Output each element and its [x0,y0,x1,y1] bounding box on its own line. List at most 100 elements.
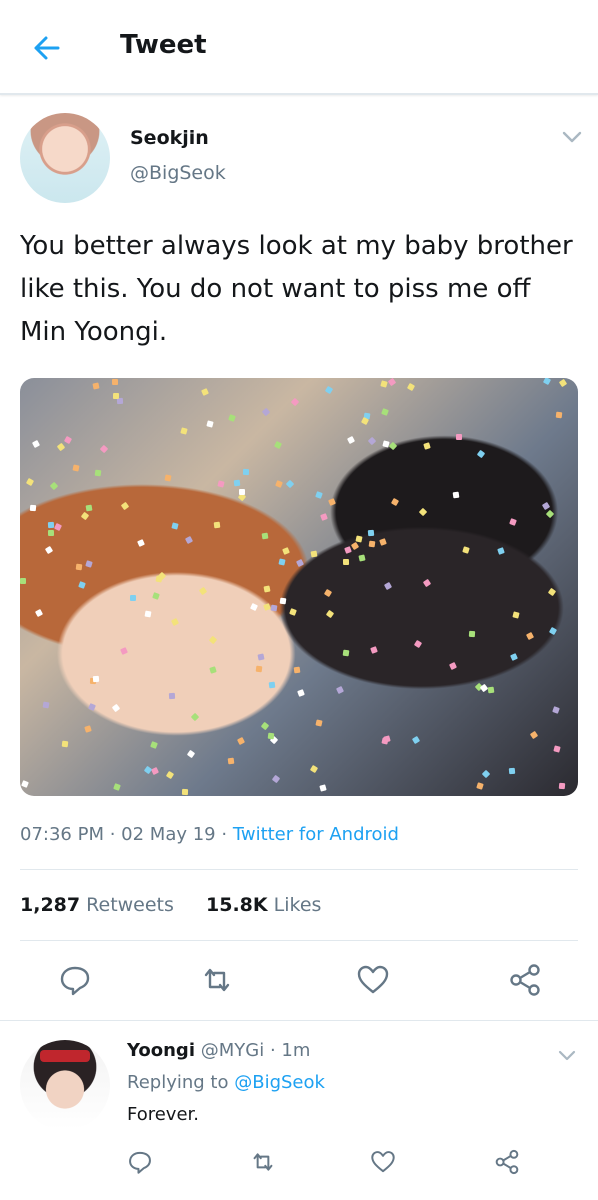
confetti-piece [487,686,495,694]
tweet-meta: 07:36 PM · 02 May 19 · Twitter for Andro… [20,824,399,845]
confetti-piece [151,767,159,775]
confetti-piece [553,745,561,753]
confetti-piece [275,480,283,488]
share-icon[interactable] [494,1149,520,1175]
confetti-piece [180,427,188,435]
confetti-piece [113,783,121,791]
confetti-piece [120,647,128,655]
confetti-piece [84,725,92,733]
tweet-author: Seokjin @BigSeok [0,110,598,210]
page-title: Tweet [120,30,207,60]
confetti-piece [270,604,278,612]
avatar[interactable] [20,1040,110,1130]
confetti-piece [267,732,275,740]
tweet-stats: 1,287 Retweets 15.8K Likes [20,894,321,916]
comment-icon[interactable] [58,963,92,997]
confetti-piece [468,630,476,638]
tweet-actions [0,955,598,1005]
tweet-photo[interactable] [20,378,578,796]
confetti-piece [206,420,214,428]
reply-age: 1m [281,1040,311,1061]
confetti-piece [209,666,217,674]
replying-label: Replying to [127,1072,229,1093]
confetti-piece [242,468,250,476]
confetti-piece [20,578,26,584]
confetti-piece [279,597,287,605]
comment-icon[interactable] [127,1149,153,1175]
confetti-piece [406,382,416,392]
confetti-piece [355,535,363,543]
confetti-piece [555,411,563,419]
confetti-piece [92,382,100,390]
confetti-piece [137,539,145,547]
confetti-piece [49,481,59,491]
confetti-piece [144,610,152,618]
confetti-piece [80,511,90,521]
confetti-piece [255,665,263,673]
confetti-piece [186,749,196,759]
chevron-down-icon[interactable] [562,130,582,144]
tweet-source[interactable]: Twitter for Android [233,824,399,845]
likes-label[interactable]: Likes [274,894,322,916]
confetti-piece [368,540,376,548]
confetti-piece [309,764,319,774]
confetti-piece [370,646,378,654]
retweets-label[interactable]: Retweets [86,894,174,916]
confetti-piece [99,444,109,454]
retweets-count[interactable]: 1,287 [20,894,80,916]
retweet-icon[interactable] [200,963,234,997]
confetti-piece [111,703,121,713]
author-name[interactable]: Seokjin [130,127,209,149]
confetti-piece [165,770,175,780]
chevron-down-icon[interactable] [558,1050,576,1062]
confetti-piece [290,397,300,407]
confetti-piece [508,767,516,775]
confetti-piece [320,513,328,521]
confetti-piece [213,521,221,529]
author-handle[interactable]: @BigSeok [130,162,226,184]
reply-author-name[interactable]: Yoongi [127,1040,195,1061]
confetti-piece [344,546,352,554]
confetti-piece [542,378,552,386]
confetti-piece [545,509,555,519]
confetti-piece [297,689,305,697]
divider [20,869,578,870]
confetti-piece [512,611,520,619]
confetti-piece [548,626,558,636]
confetti-piece [34,608,44,618]
confetti-piece [112,392,120,400]
confetti-piece [250,603,258,611]
confetti-piece [328,498,336,506]
confetti-piece [509,518,517,526]
confetti-piece [29,504,37,512]
confetti-piece [143,765,153,775]
confetti-piece [257,653,265,661]
confetti-piece [449,662,457,670]
confetti-piece [47,521,55,529]
confetti-piece [547,587,557,597]
confetti-piece [295,558,305,568]
avatar[interactable] [20,113,110,203]
confetti-piece [21,780,29,788]
mention-link[interactable]: @BigSeok [234,1072,325,1093]
confetti-piece [558,782,566,790]
confetti-piece [497,547,505,555]
confetti-piece [260,721,270,731]
reply-tweet[interactable]: Yoongi @MYGi · 1m Replying to @BigSeok F… [0,1022,598,1200]
share-icon[interactable] [508,963,542,997]
back-button[interactable] [28,30,64,66]
confetti-piece [261,532,269,540]
heart-icon[interactable] [370,1149,396,1175]
confetti-piece [239,489,245,495]
confetti-piece [462,546,470,554]
confetti-piece [75,563,83,571]
confetti-piece [367,436,377,446]
confetti-piece [413,639,423,649]
heart-icon[interactable] [356,963,390,997]
confetti-piece [315,491,323,499]
retweet-icon[interactable] [250,1149,276,1175]
confetti-piece [310,550,318,558]
likes-count[interactable]: 15.8K [206,894,268,916]
reply-author-handle[interactable]: @MYGi [201,1040,264,1061]
confetti-piece [476,449,486,459]
